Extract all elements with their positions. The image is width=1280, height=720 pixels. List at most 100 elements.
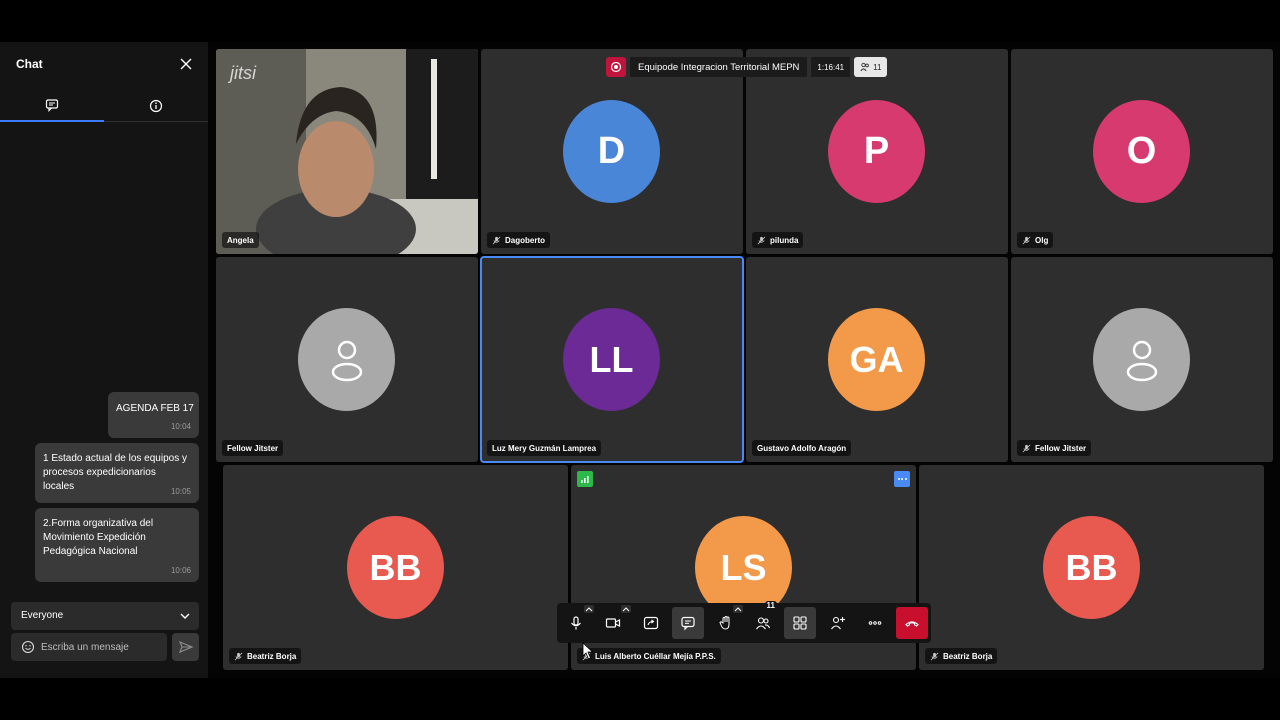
chat-message-time: 10:05 <box>170 487 191 496</box>
mic-muted-icon <box>234 652 243 660</box>
participant-name-tag: Fellow Jitster <box>222 440 284 456</box>
participant-count: 11 <box>873 62 882 72</box>
meeting-toolbar: 11 <box>557 601 931 643</box>
participant-name-tag: Beatriz Borja <box>229 648 302 664</box>
user-icon <box>331 340 362 381</box>
participant-count-badge[interactable]: 11 <box>854 57 888 77</box>
chevron-up-icon <box>622 607 630 612</box>
more-icon <box>868 621 882 625</box>
participants-icon <box>756 617 771 630</box>
mic-muted-icon <box>757 236 766 244</box>
tile-view-button[interactable] <box>784 607 816 639</box>
chat-message: AGENDA FEB 17 10:04 <box>108 392 199 438</box>
participant-tile[interactable]: Fellow Jitster <box>216 257 478 462</box>
participant-name-tag: Luz Mery Guzmán Lamprea <box>487 440 602 456</box>
leave-meeting-button[interactable] <box>896 607 928 639</box>
participant-name-tag: Angela <box>222 232 259 248</box>
avatar: P <box>828 100 925 203</box>
participant-name-tag: Luis Alberto Cuéllar Mejía P.P.S. <box>577 648 721 664</box>
tab-chat[interactable] <box>0 90 104 122</box>
mic-muted-icon <box>930 652 939 660</box>
participant-tile[interactable]: O Olg <box>1011 49 1273 254</box>
chat-button[interactable] <box>672 607 704 639</box>
camera-options-caret[interactable] <box>621 605 631 613</box>
participant-name: Fellow Jitster <box>227 443 279 453</box>
participant-name: Beatriz Borja <box>943 651 993 661</box>
hangup-icon <box>905 621 919 627</box>
participant-name-tag: pilunda <box>752 232 804 248</box>
participant-name: Angela <box>227 235 254 245</box>
user-icon <box>1126 340 1157 381</box>
avatar <box>298 308 395 411</box>
jitsi-logo: jitsi <box>230 63 256 83</box>
participant-tile[interactable]: GA Gustavo Adolfo Aragón <box>746 257 1008 462</box>
avatar: BB <box>347 516 444 619</box>
tab-info[interactable] <box>104 90 208 122</box>
mic-muted-icon <box>1022 444 1031 452</box>
send-button[interactable] <box>172 633 199 661</box>
participant-tile[interactable]: Fellow Jitster <box>1011 257 1273 462</box>
participant-name: Olg <box>1035 235 1049 245</box>
chevron-up-icon <box>734 607 742 612</box>
video-tile[interactable]: jitsi Angela <box>216 49 478 254</box>
connection-quality-icon[interactable] <box>577 471 593 487</box>
participant-name-tag: Dagoberto <box>487 232 550 248</box>
participant-name: Dagoberto <box>505 235 545 245</box>
invite-button[interactable] <box>822 607 854 639</box>
raise-hand-icon <box>719 615 730 630</box>
chat-icon <box>681 616 695 631</box>
chat-message-text: 2.Forma organizativa del Movimiento Expe… <box>43 518 154 557</box>
recipient-select[interactable]: Everyone <box>11 602 199 630</box>
avatar: GA <box>828 308 925 411</box>
participant-name: Gustavo Adolfo Aragón <box>757 443 847 453</box>
avatar: BB <box>1043 516 1140 619</box>
mouse-cursor-icon <box>582 642 594 660</box>
chat-message-time: 10:04 <box>170 422 191 431</box>
participant-name: Beatriz Borja <box>247 651 297 661</box>
avatar: O <box>1093 100 1190 203</box>
participant-tile[interactable]: BB Beatriz Borja <box>223 465 568 670</box>
participant-tile[interactable]: D Dagoberto <box>481 49 743 254</box>
chat-panel: Chat AGENDA FEB 17 10:04 1 Estado actual <box>0 42 208 678</box>
chat-bubble-icon <box>45 99 59 112</box>
camera-icon <box>605 618 621 628</box>
emoji-icon[interactable] <box>21 640 35 654</box>
info-icon <box>149 99 163 112</box>
reactions-caret[interactable] <box>733 605 743 613</box>
chevron-down-icon <box>180 613 190 619</box>
participant-tile[interactable]: BB Beatriz Borja <box>919 465 1264 670</box>
mic-muted-icon <box>492 236 501 244</box>
more-actions-button[interactable] <box>859 607 891 639</box>
participants-badge: 11 <box>764 601 777 610</box>
chat-title: Chat <box>16 57 43 71</box>
chat-header: Chat <box>0 42 208 86</box>
more-options-icon[interactable] <box>894 471 910 487</box>
message-input-placeholder: Escriba un mensaje <box>41 642 129 653</box>
participant-tile[interactable]: P pilunda <box>746 49 1008 254</box>
participant-name: Luis Alberto Cuéllar Mejía P.P.S. <box>595 651 716 661</box>
screen-share-button[interactable] <box>635 607 667 639</box>
close-icon[interactable] <box>178 56 194 72</box>
chat-tabs <box>0 90 208 122</box>
chat-message-time: 10:06 <box>170 566 191 575</box>
chat-message: 1 Estado actual de los equipos y proceso… <box>35 443 199 503</box>
participant-name: Luz Mery Guzmán Lamprea <box>492 443 597 453</box>
send-icon <box>178 640 194 654</box>
recording-icon <box>606 57 626 77</box>
message-input[interactable]: Escriba un mensaje <box>11 633 167 661</box>
meeting-info-bar: Equipode Integracion Territorial MEPN 1:… <box>606 57 888 77</box>
participant-name-tag: Gustavo Adolfo Aragón <box>752 440 852 456</box>
meeting-title: Equipode Integracion Territorial MEPN <box>630 57 808 77</box>
participants-button[interactable]: 11 <box>747 601 779 639</box>
participant-tile-active-speaker[interactable]: LL Luz Mery Guzmán Lamprea <box>480 256 744 463</box>
mic-muted-icon <box>1022 236 1031 244</box>
participant-name-tag: Beatriz Borja <box>925 648 998 664</box>
recipient-label: Everyone <box>21 610 64 621</box>
avatar <box>1093 308 1190 411</box>
grid-icon <box>793 616 807 630</box>
avatar: LL <box>563 308 660 411</box>
screen-share-icon <box>643 616 659 630</box>
chat-message-text: AGENDA FEB 17 <box>116 403 194 414</box>
microphone-options-caret[interactable] <box>584 605 594 613</box>
participant-name-tag: Olg <box>1017 232 1054 248</box>
